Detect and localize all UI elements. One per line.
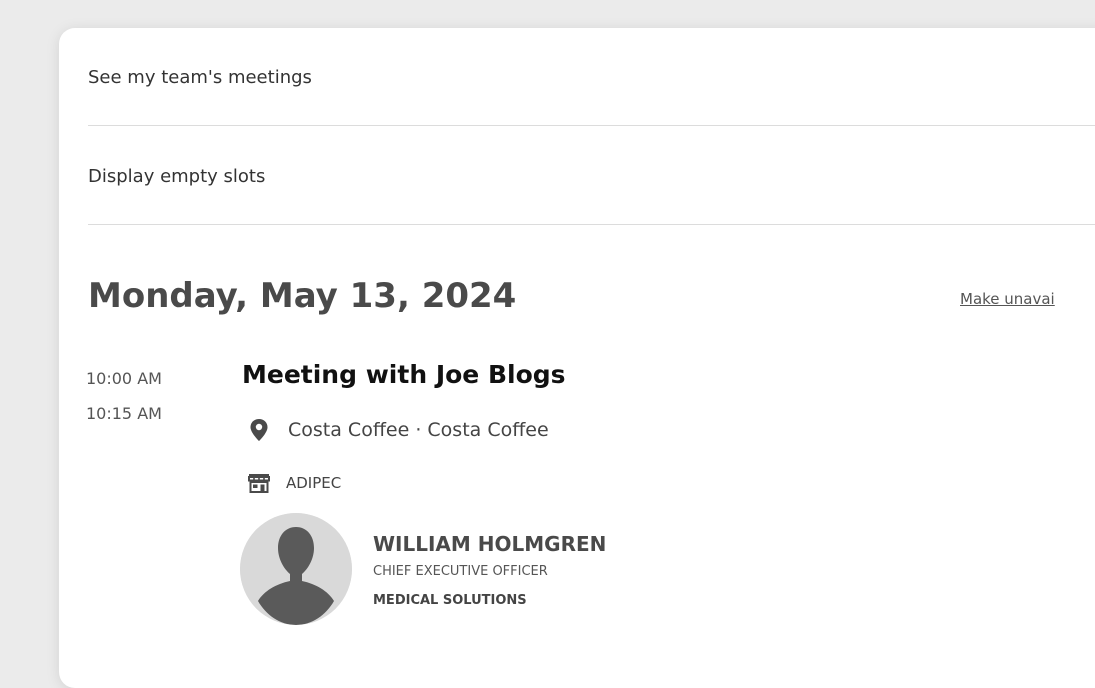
attendee-name[interactable]: WILLIAM HOLMGREN (373, 532, 606, 556)
event-text: ADIPEC (286, 474, 342, 492)
attendee-avatar[interactable] (240, 513, 352, 625)
location-text: Costa Coffee · Costa Coffee (288, 419, 549, 441)
person-silhouette-icon (240, 513, 352, 625)
empty-slots-label: Display empty slots (88, 165, 266, 187)
meeting-event: ADIPEC (248, 472, 341, 494)
make-unavailable-link[interactable]: Make unavai (960, 290, 1055, 308)
meetings-card: See my team's meetings Display empty slo… (59, 28, 1095, 688)
meeting-title[interactable]: Meeting with Joe Blogs (242, 360, 566, 389)
team-meetings-toggle-row[interactable]: See my team's meetings (88, 28, 1095, 126)
location-pin-icon (248, 419, 270, 441)
meeting-start-time: 10:00 AM (86, 369, 162, 388)
attendee-job-title: CHIEF EXECUTIVE OFFICER (373, 564, 548, 579)
storefront-icon (248, 472, 270, 494)
date-heading: Monday, May 13, 2024 (88, 276, 517, 316)
attendee-company: MEDICAL SOLUTIONS (373, 593, 527, 608)
empty-slots-toggle-row[interactable]: Display empty slots (88, 126, 1095, 225)
meeting-end-time: 10:15 AM (86, 404, 162, 423)
meeting-location: Costa Coffee · Costa Coffee (248, 419, 549, 441)
team-meetings-label: See my team's meetings (88, 67, 312, 88)
